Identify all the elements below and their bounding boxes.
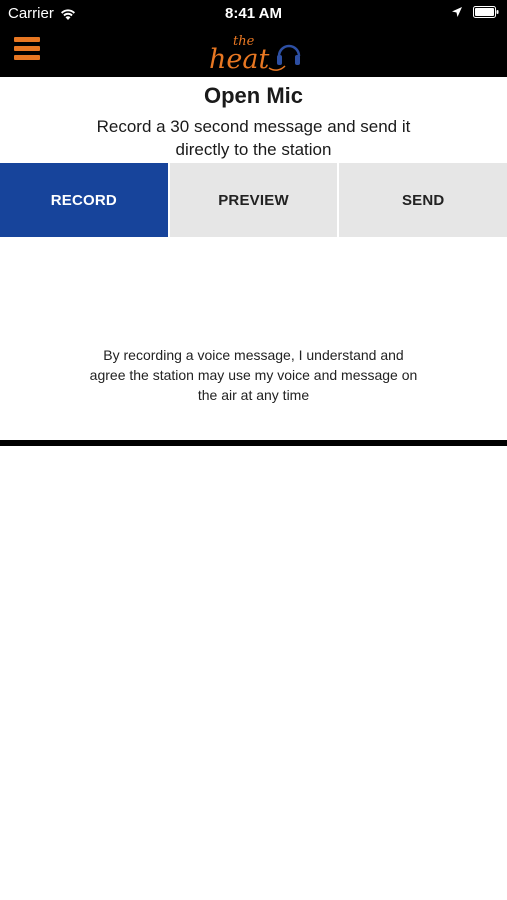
status-right-icons (451, 6, 499, 18)
svg-text:heat: heat (209, 44, 269, 74)
status-bar: Carrier 8:41 AM (0, 0, 507, 28)
page-header: Open Mic Record a 30 second message and … (0, 77, 507, 163)
the-heat-logo: the heat (209, 34, 301, 74)
battery-icon (473, 6, 499, 18)
status-time: 8:41 AM (225, 5, 282, 22)
tab-preview[interactable]: PREVIEW (167, 163, 338, 237)
hamburger-menu-icon[interactable] (14, 37, 40, 61)
content-divider (0, 440, 507, 446)
page-title: Open Mic (203, 83, 303, 108)
record-content: By recording a voice message, I understa… (0, 237, 507, 440)
location-arrow-icon (452, 7, 462, 17)
tab-send[interactable]: SEND (337, 163, 507, 237)
open-mic-screen: Carrier 8:41 AM the heat Open Mic Record… (0, 0, 507, 900)
tab-record[interactable]: RECORD (0, 163, 168, 237)
consent-disclaimer: By recording a voice message, I understa… (89, 347, 418, 403)
page-subtitle: Record a 30 second message and send it d… (96, 117, 411, 159)
nav-bar: the heat (0, 28, 507, 77)
record-tabs: RECORD PREVIEW SEND (0, 163, 507, 237)
top-bar: Carrier 8:41 AM the heat (0, 0, 507, 77)
